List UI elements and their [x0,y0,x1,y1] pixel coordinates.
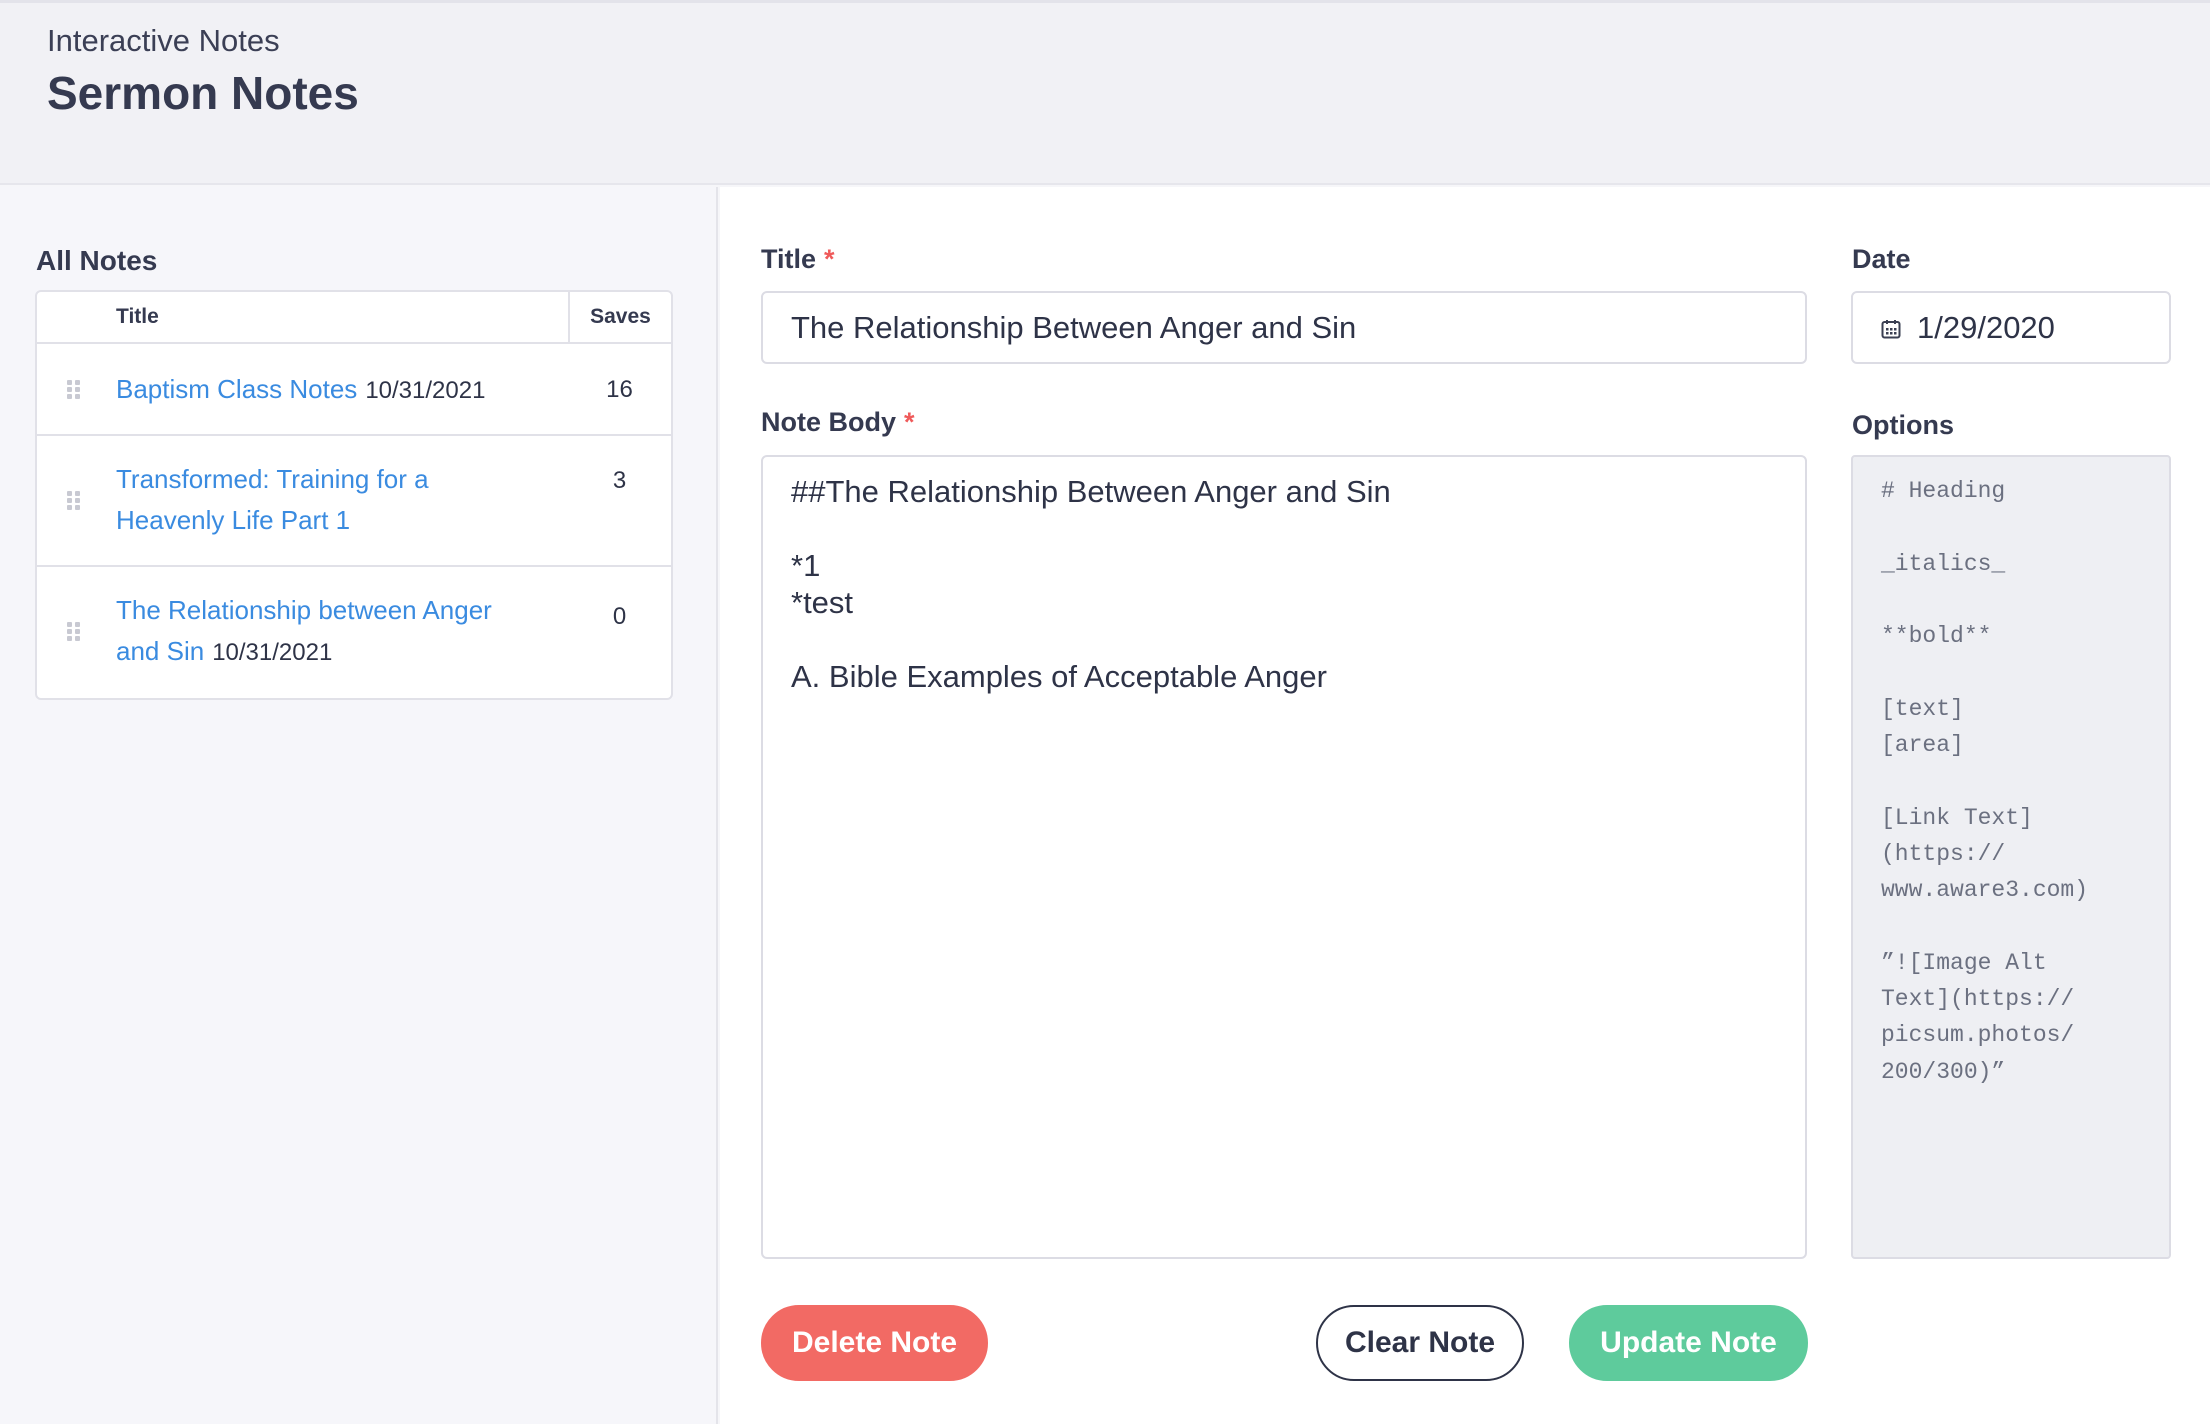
note-link[interactable]: Transformed: Training for a Heavenly Lif… [116,464,429,535]
note-body-textarea[interactable]: ##The Relationship Between Anger and Sin… [761,455,1807,1259]
required-indicator: * [824,244,835,274]
note-title-cell: Transformed: Training for a Heavenly Lif… [116,459,476,541]
note-body-label: Note Body * [761,407,915,438]
note-saves: 16 [606,376,633,403]
drag-handle-icon[interactable] [67,622,81,642]
delete-note-button[interactable]: Delete Note [761,1305,988,1381]
notes-sidebar: All Notes Title Saves Baptism Class Note… [0,187,718,1424]
note-saves: 0 [612,603,627,630]
update-note-button[interactable]: Update Note [1569,1305,1808,1381]
note-link[interactable]: Baptism Class Notes [116,374,357,404]
note-date: 10/31/2021 [212,639,333,666]
title-label: Title * [761,244,835,275]
date-label: Date [1852,244,1911,274]
page-title: Sermon Notes [47,67,359,119]
clear-note-button[interactable]: Clear Note [1316,1305,1524,1381]
calendar-icon [1881,320,1901,339]
note-editor: Title * The Relationship Between Anger an… [720,187,2210,1424]
table-row[interactable]: Baptism Class Notes 10/31/2021 16 [37,344,671,436]
app-subtitle: Interactive Notes [47,23,280,58]
title-input[interactable]: The Relationship Between Anger and Sin [761,291,1807,364]
note-date: 10/31/2021 [365,377,486,404]
column-header-title[interactable]: Title [116,305,159,329]
required-indicator: * [904,407,915,437]
note-saves: 3 [612,467,627,494]
date-input[interactable]: 1/29/2020 [1851,291,2171,364]
page-header: Interactive Notes Sermon Notes [0,0,2210,185]
all-notes-label: All Notes [36,245,158,276]
note-body-label-text: Note Body [761,407,896,437]
note-title-cell: Baptism Class Notes 10/31/2021 [116,369,536,411]
table-row[interactable]: The Relationship between Anger and Sin 10… [37,567,671,698]
column-header-saves[interactable]: Saves [568,292,671,342]
title-label-text: Title [761,244,817,274]
options-label: Options [1852,410,1954,440]
note-title-cell: The Relationship between Anger and Sin 10… [116,590,536,673]
date-value: 1/29/2020 [1917,310,2055,345]
drag-handle-icon[interactable] [67,380,81,400]
table-row[interactable]: Transformed: Training for a Heavenly Lif… [37,436,671,567]
table-header: Title Saves [37,292,671,344]
notes-table: Title Saves Baptism Class Notes 10/31/202… [35,290,673,700]
markdown-options-help: # Heading _italics_ **bold** [text] [are… [1851,455,2171,1259]
drag-handle-icon[interactable] [67,491,81,511]
